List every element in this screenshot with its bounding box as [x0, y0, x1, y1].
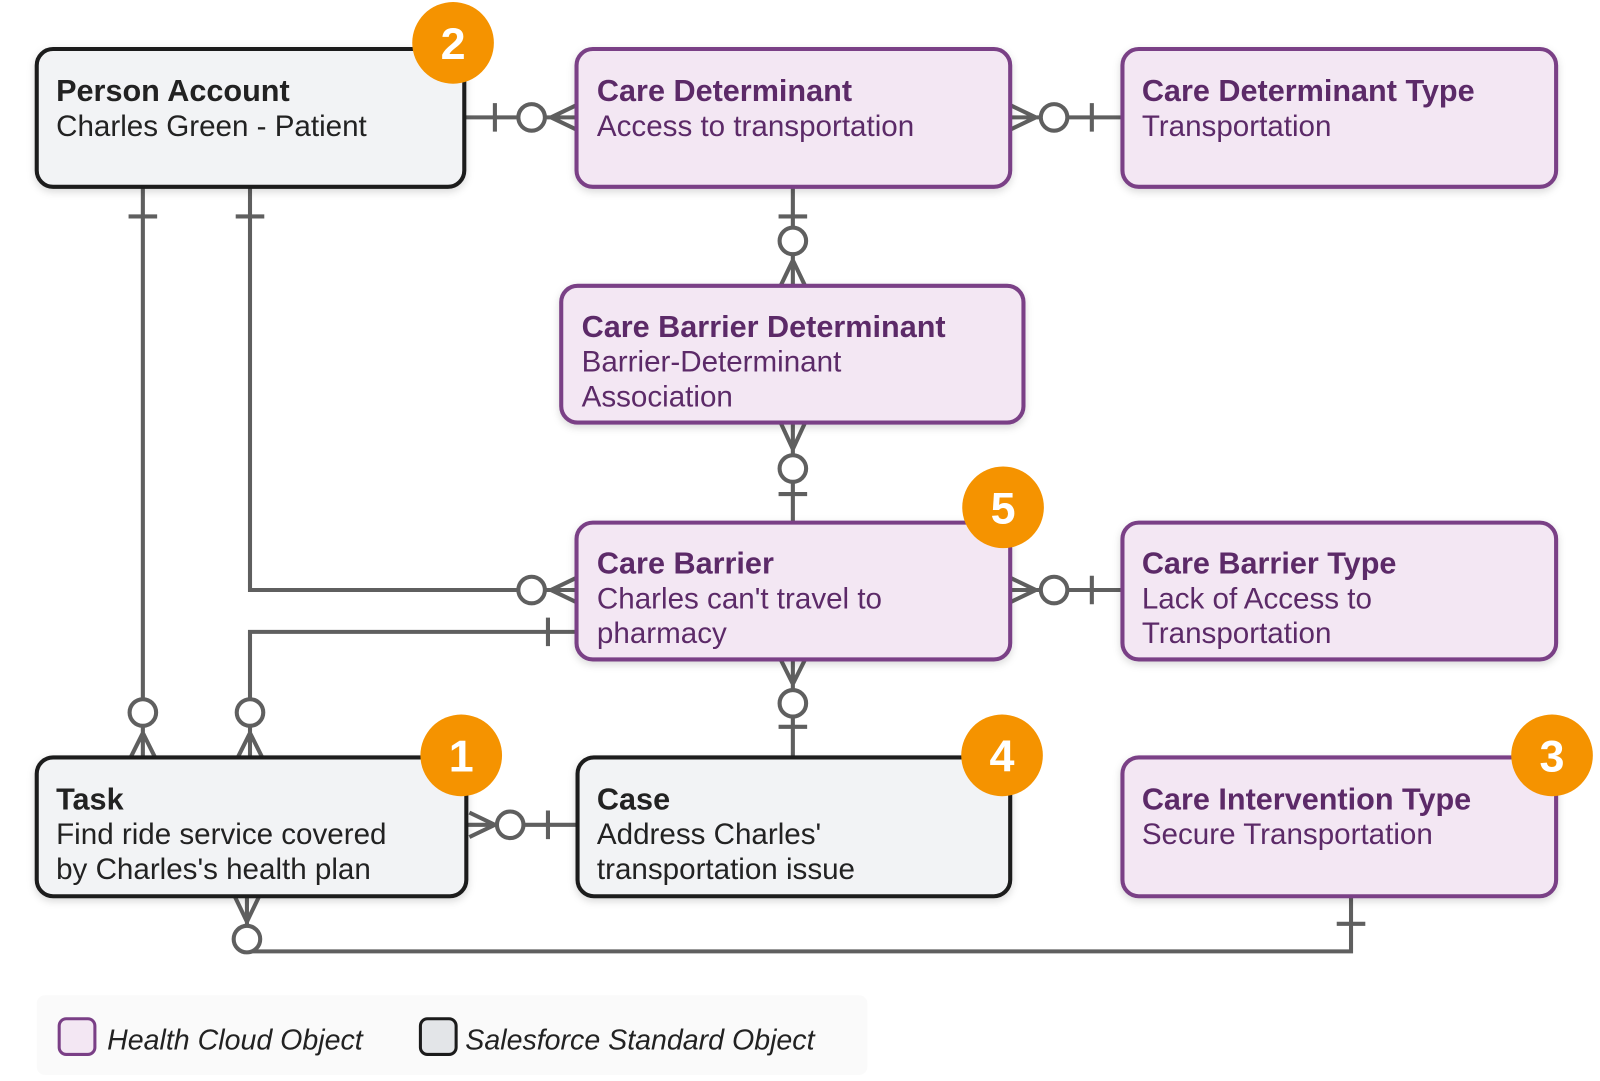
svg-text:2: 2 [441, 18, 466, 69]
entity-subtitle: Lack of Access to [1142, 582, 1372, 615]
entity-subtitle: Transportation [1142, 110, 1332, 143]
rel-care-determinant-type [1009, 102, 1123, 133]
badge-2: 2 [412, 2, 494, 84]
rel-care-barrier-type [1009, 574, 1123, 606]
entity-subtitle: Access to transportation [597, 110, 914, 143]
entity-care-barrier[interactable]: Care Barrier Charles can't travel to pha… [574, 520, 1013, 662]
entity-subtitle: pharmacy [597, 617, 727, 650]
entity-subtitle: Charles Green - Patient [56, 110, 367, 143]
entity-title: Care Intervention Type [1142, 782, 1471, 816]
legend: Health Cloud Object Salesforce Standard … [36, 995, 868, 1075]
entity-care-barrier-determinant[interactable]: Care Barrier Determinant Barrier-Determi… [559, 283, 1026, 425]
entity-subtitle: Barrier-Determinant [582, 346, 842, 379]
entity-case[interactable]: Case Address Charles' transportation iss… [575, 755, 1013, 899]
rel-care-determinant-barrier-determinant [777, 186, 809, 287]
entity-title: Care Determinant Type [1142, 74, 1475, 108]
svg-text:1: 1 [449, 731, 474, 782]
entity-title: Case [597, 782, 670, 816]
erd-diagram: Person Account Charles Green - Patient C… [34, 2, 1593, 1075]
badge-5: 5 [962, 466, 1044, 549]
entity-subtitle: Transportation [1142, 617, 1332, 650]
entity-title: Task [56, 782, 124, 816]
entity-title: Care Barrier [597, 547, 774, 581]
entity-subtitle: Find ride service covered [56, 818, 386, 851]
entity-care-barrier-type[interactable]: Care Barrier Type Lack of Access to Tran… [1120, 520, 1559, 662]
rel-person-account-care-determinant [464, 102, 578, 133]
entity-care-determinant[interactable]: Care Determinant Access to transportatio… [574, 46, 1013, 189]
entity-subtitle: Secure Transportation [1142, 818, 1433, 851]
rel-care-barrier-task [234, 617, 577, 759]
rel-intervention-type-task [231, 895, 1366, 955]
entity-subtitle: by Charles's health plan [56, 853, 371, 886]
rel-care-barrier-barrier-determinant [777, 421, 809, 523]
entity-title: Care Determinant [597, 74, 852, 108]
entity-subtitle: Charles can't travel to [597, 582, 882, 615]
entity-title: Care Barrier Determinant [582, 310, 946, 344]
entity-person-account[interactable]: Person Account Charles Green - Patient [34, 46, 467, 189]
entity-care-intervention-type[interactable]: Care Intervention Type Secure Transporta… [1120, 755, 1559, 899]
legend-label-standard: Salesforce Standard Object [465, 1024, 815, 1056]
svg-text:5: 5 [991, 483, 1016, 534]
rel-case-care-barrier [777, 658, 809, 758]
entity-task[interactable]: Task Find ride service covered by Charle… [34, 755, 469, 899]
entity-care-determinant-type[interactable]: Care Determinant Type Transportation [1120, 46, 1559, 189]
entity-subtitle: Address Charles' [597, 818, 821, 851]
rel-person-account-care-barrier [235, 186, 578, 606]
legend-label-health-cloud: Health Cloud Object [107, 1024, 364, 1056]
svg-text:3: 3 [1540, 731, 1565, 782]
entity-subtitle: Association [582, 380, 733, 413]
rel-person-account-task [127, 186, 159, 759]
badge-1: 1 [420, 714, 503, 797]
legend-swatch-health-cloud [57, 1017, 97, 1056]
entity-title: Person Account [56, 74, 290, 108]
entity-title: Care Barrier Type [1142, 547, 1397, 581]
svg-text:4: 4 [990, 731, 1015, 782]
entity-subtitle: transportation issue [597, 853, 855, 886]
badge-4: 4 [961, 714, 1043, 797]
legend-swatch-standard [418, 1017, 458, 1056]
rel-case-task [466, 809, 578, 841]
badge-3: 3 [1511, 714, 1593, 797]
